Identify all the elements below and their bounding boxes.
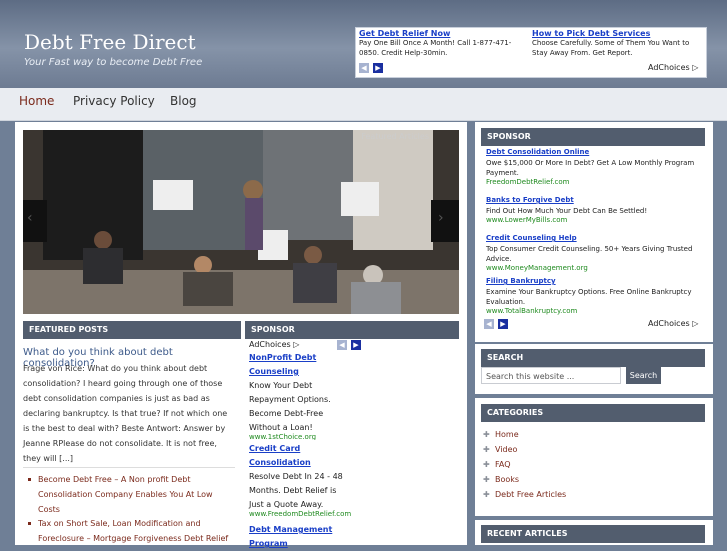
adchoices-label[interactable]: AdChoices ▷ — [648, 63, 698, 72]
mid-ad-title[interactable]: Credit Card Consolidation — [249, 442, 341, 470]
sidebar-ad[interactable]: Debt Consolidation Online Owe $15,000 Or… — [486, 147, 704, 186]
sidebar-adchoices-label[interactable]: AdChoices ▷ — [648, 319, 698, 328]
top-ad-title[interactable]: Get Debt Relief Now — [359, 29, 524, 38]
search-input[interactable]: Search this website ... — [481, 367, 621, 384]
sidebar-ad-desc: Examine Your Bankruptcy Options. Free On… — [486, 288, 692, 306]
category-item-faq[interactable]: FAQ — [495, 460, 511, 469]
sidebar-ad-url[interactable]: www.TotalBankruptcy.com — [486, 307, 704, 315]
list-bullet — [28, 478, 31, 481]
top-ad-desc: Choose Carefully. Some of Them You Want … — [532, 39, 690, 57]
site-title[interactable]: Debt Free Direct — [24, 30, 196, 54]
nav-privacy-policy[interactable]: Privacy Policy — [73, 94, 155, 108]
slider-prev-icon[interactable]: ‹ — [27, 210, 33, 226]
category-item-video[interactable]: Video — [495, 445, 517, 454]
related-post-link[interactable]: Tax on Short Sale, Loan Modification and… — [38, 516, 236, 546]
featured-slider[interactable]: Featured Articles ‹ › — [23, 130, 459, 314]
mid-adchoices-label[interactable]: AdChoices ▷ — [249, 340, 299, 349]
sidebar-ad-desc: Top Consumer Credit Counseling. 50+ Year… — [486, 245, 693, 263]
category-item-books[interactable]: Books — [495, 475, 519, 484]
category-item-home[interactable]: Home — [495, 430, 519, 439]
divider — [23, 467, 235, 468]
sidebar-ad-url[interactable]: www.LowerMyBills.com — [486, 216, 704, 224]
sidebar-ad-next-button[interactable]: ▶ — [498, 319, 508, 329]
sidebar-sponsor-heading: SPONSOR — [481, 128, 705, 146]
slider-label: Featured Articles — [361, 132, 429, 141]
adchoices-icon: ▷ — [692, 319, 699, 328]
sidebar-ad-title[interactable]: Banks to Forgive Debt — [486, 195, 704, 206]
ad-next-button[interactable]: ▶ — [373, 63, 383, 73]
top-ad-banner: Get Debt Relief Now Pay One Bill Once A … — [355, 27, 707, 78]
sidebar-ad[interactable]: Banks to Forgive Debt Find Out How Much … — [486, 195, 704, 224]
sidebar-ad-desc: Owe $15,000 Or More In Debt? Get A Low M… — [486, 159, 695, 177]
recent-articles-heading: RECENT ARTICLES — [481, 525, 705, 543]
sidebar-ad-title[interactable]: Debt Consolidation Online — [486, 147, 704, 158]
sidebar-ad[interactable]: Credit Counseling Help Top Consumer Cred… — [486, 233, 704, 272]
top-ad-title[interactable]: How to Pick Debt Services — [532, 29, 697, 38]
related-post-link[interactable]: Become Debt Free – A Non profit Debt Con… — [38, 472, 236, 517]
category-icon: ✚ — [483, 445, 490, 454]
mid-ad-url[interactable]: www.FreedomDebtRelief.com — [249, 510, 351, 518]
search-heading: SEARCH — [481, 349, 705, 367]
mid-ad-next-button[interactable]: ▶ — [351, 340, 361, 350]
adchoices-icon: ▷ — [692, 63, 699, 72]
sidebar-ad[interactable]: Filing Bankruptcy Examine Your Bankruptc… — [486, 276, 704, 315]
adchoices-icon: ▷ — [293, 340, 300, 349]
sidebar-ad-url[interactable]: FreedomDebtRelief.com — [486, 178, 704, 186]
mid-ad-desc: Resolve Debt In 24 - 48 Months. Debt Rel… — [249, 472, 343, 509]
sidebar-ad-desc: Find Out How Much Your Debt Can Be Settl… — [486, 207, 648, 215]
featured-slider-image — [23, 130, 459, 314]
site-tagline: Your Fast way to become Debt Free — [24, 57, 203, 68]
category-item-debt-free-articles[interactable]: Debt Free Articles — [495, 490, 566, 499]
mid-ad-desc: Know Your Debt Repayment Options. Become… — [249, 381, 331, 432]
category-icon: ✚ — [483, 460, 490, 469]
slider-next-icon[interactable]: › — [438, 210, 444, 226]
sidebar-ad-title[interactable]: Filing Bankruptcy — [486, 276, 704, 287]
category-icon: ✚ — [483, 475, 490, 484]
ad-prev-button[interactable]: ◀ — [359, 63, 369, 73]
list-bullet — [28, 522, 31, 525]
nav-home[interactable]: Home — [19, 94, 54, 108]
mid-ad-title[interactable]: Debt Management Program — [249, 523, 341, 551]
top-ad-desc: Pay One Bill Once A Month! Call 1-877-47… — [359, 39, 512, 57]
categories-heading: CATEGORIES — [481, 404, 705, 422]
category-icon: ✚ — [483, 490, 490, 499]
sidebar-ad-url[interactable]: www.MoneyManagement.org — [486, 264, 704, 272]
sidebar-ad-prev-button[interactable]: ◀ — [484, 319, 494, 329]
search-button[interactable]: Search — [626, 367, 661, 384]
category-icon: ✚ — [483, 430, 490, 439]
mid-ad-url[interactable]: www.1stChoice.org — [249, 433, 316, 440]
sidebar-ad-title[interactable]: Credit Counseling Help — [486, 233, 704, 244]
mid-sponsor-heading: SPONSOR — [245, 321, 459, 339]
mid-ad-prev-button[interactable]: ◀ — [337, 340, 347, 350]
top-ad-unit-1[interactable]: Get Debt Relief Now Pay One Bill Once A … — [359, 29, 524, 58]
mid-ad-title[interactable]: NonProfit Debt Counseling — [249, 351, 341, 379]
post-excerpt: Frage von Rice: What do you think about … — [23, 364, 228, 463]
featured-posts-heading: FEATURED POSTS — [23, 321, 241, 339]
nav-blog[interactable]: Blog — [170, 94, 197, 108]
top-ad-unit-2[interactable]: How to Pick Debt Services Choose Careful… — [532, 29, 697, 58]
